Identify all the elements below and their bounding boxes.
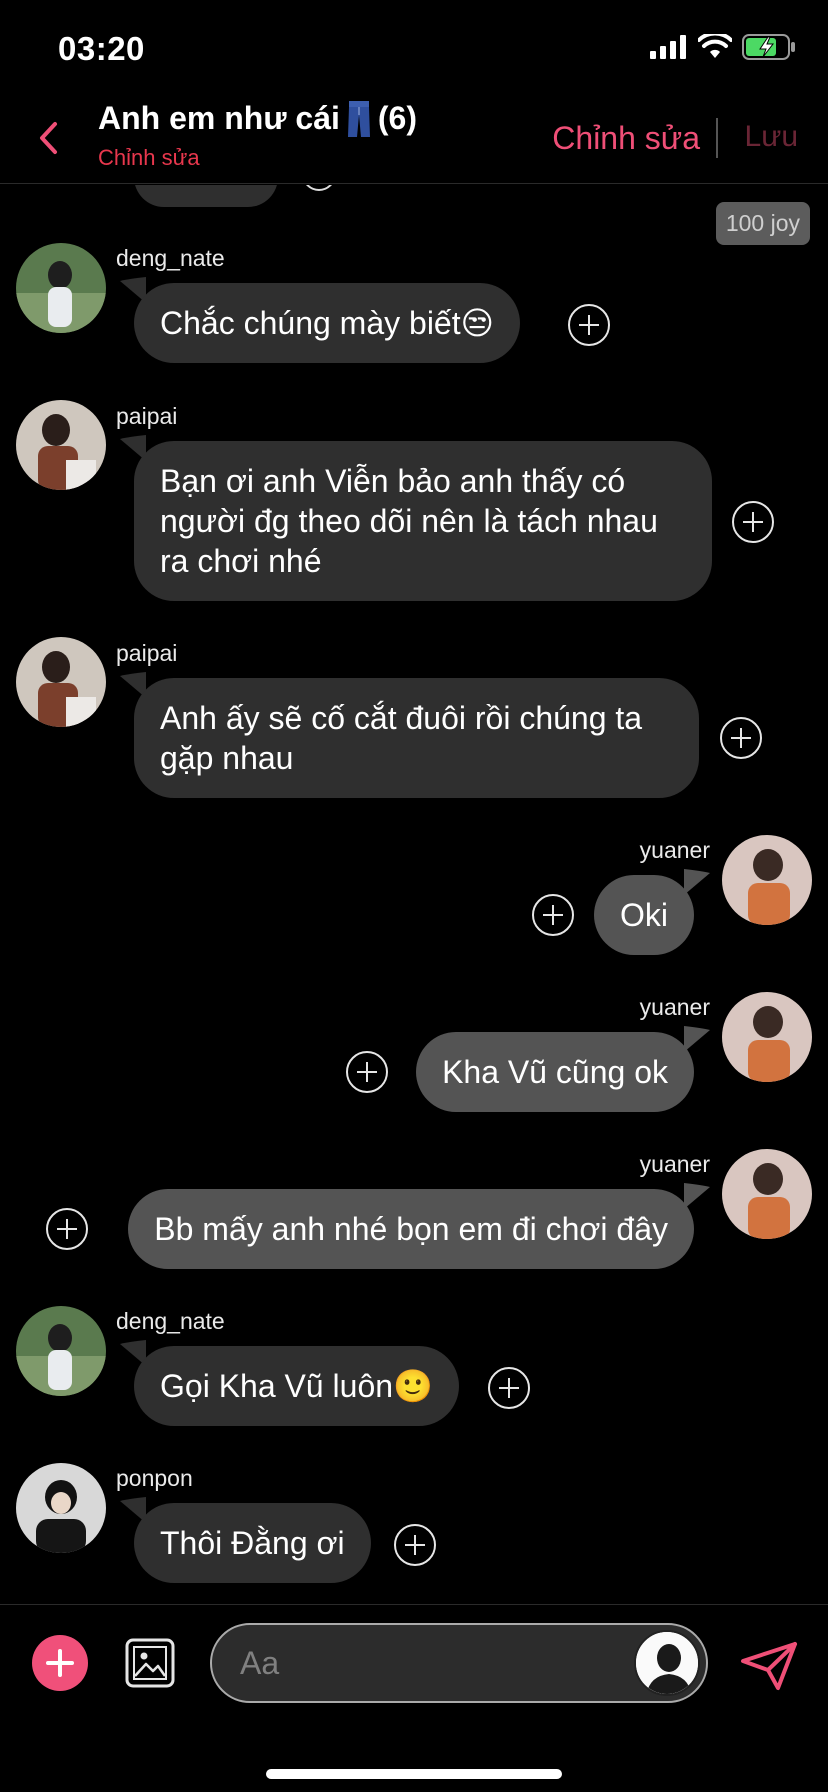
avatar-yuaner[interactable] bbox=[722, 835, 812, 925]
edit-button[interactable]: Chỉnh sửa bbox=[552, 120, 700, 157]
message-bubble[interactable]: Oki bbox=[594, 875, 694, 955]
message-bubble[interactable]: Thôi Đằng ơi bbox=[134, 1503, 371, 1583]
message-input[interactable] bbox=[240, 1641, 600, 1685]
avatar-deng-nate[interactable] bbox=[16, 1306, 106, 1396]
react-plus-button[interactable] bbox=[568, 304, 610, 346]
chat-message-list[interactable]: 100 joy deng_nate Chắc chúng mày biết😒 p… bbox=[0, 185, 828, 1603]
react-plus-button[interactable] bbox=[532, 894, 574, 936]
avatar-ponpon[interactable] bbox=[16, 1463, 106, 1553]
partial-message-bubble bbox=[134, 185, 278, 207]
jeans-icon bbox=[347, 100, 370, 137]
reward-badge[interactable]: 100 joy bbox=[715, 202, 810, 245]
group-title: Anh em như cái bbox=[98, 100, 340, 136]
message-bubble[interactable]: Bb mấy anh nhé bọn em đi chơi đây bbox=[128, 1189, 694, 1269]
sender-name: yuaner bbox=[639, 837, 710, 863]
home-indicator bbox=[266, 1769, 562, 1779]
bubble-tail bbox=[684, 1183, 710, 1209]
message-bubble[interactable]: Chắc chúng mày biết😒 bbox=[134, 283, 520, 363]
sender-name: paipai bbox=[116, 640, 178, 666]
title-block[interactable]: Anh em như cái (6) Chỉnh sửa bbox=[98, 100, 417, 171]
voice-avatar-button[interactable] bbox=[634, 1630, 700, 1696]
signal-icon bbox=[650, 35, 686, 59]
sender-name: deng_nate bbox=[116, 1308, 225, 1334]
sender-name: yuaner bbox=[639, 994, 710, 1020]
react-plus-button[interactable] bbox=[394, 1524, 436, 1566]
header-divider bbox=[716, 118, 718, 158]
status-icons bbox=[650, 34, 796, 60]
avatar-yuaner[interactable] bbox=[722, 1149, 812, 1239]
user-silhouette-icon bbox=[636, 1632, 698, 1694]
message-bubble[interactable]: Gọi Kha Vũ luôn🙂 bbox=[134, 1346, 459, 1426]
avatar-paipai[interactable] bbox=[16, 400, 106, 490]
back-button[interactable] bbox=[28, 118, 68, 158]
message-input-box[interactable] bbox=[210, 1623, 708, 1703]
sender-name: paipai bbox=[116, 403, 178, 429]
image-icon[interactable] bbox=[124, 1637, 176, 1689]
message-bubble[interactable]: Anh ấy sẽ cố cắt đuôi rồi chúng ta gặp n… bbox=[134, 678, 699, 798]
battery-charging-icon bbox=[742, 34, 795, 60]
avatar-deng-nate[interactable] bbox=[16, 243, 106, 333]
react-plus-button[interactable] bbox=[488, 1367, 530, 1409]
message-bubble[interactable]: Bạn ơi anh Viễn bảo anh thấy có người đg… bbox=[134, 441, 712, 601]
sender-name: ponpon bbox=[116, 1465, 193, 1491]
chevron-left-icon bbox=[40, 122, 57, 154]
send-icon[interactable] bbox=[740, 1641, 798, 1691]
react-plus-button[interactable] bbox=[346, 1051, 388, 1093]
sender-name: yuaner bbox=[639, 1151, 710, 1177]
plus-icon bbox=[46, 1649, 74, 1677]
react-plus-button[interactable] bbox=[720, 717, 762, 759]
sender-name: deng_nate bbox=[116, 245, 225, 271]
wifi-icon bbox=[698, 34, 732, 58]
react-plus-button[interactable] bbox=[46, 1208, 88, 1250]
header-subtitle: Chỉnh sửa bbox=[98, 145, 200, 170]
react-plus-button[interactable] bbox=[732, 501, 774, 543]
chat-header: Anh em như cái (6) Chỉnh sửa Chỉnh sửa L… bbox=[0, 96, 828, 184]
avatar-yuaner[interactable] bbox=[722, 992, 812, 1082]
status-time: 03:20 bbox=[58, 30, 145, 67]
add-button[interactable] bbox=[32, 1635, 88, 1691]
member-count: (6) bbox=[377, 100, 417, 136]
composer-bar bbox=[0, 1604, 828, 1792]
partial-plus-button[interactable] bbox=[302, 185, 336, 191]
status-bar: 03:20 bbox=[0, 0, 828, 96]
bubble-tail bbox=[684, 869, 710, 895]
save-button[interactable]: Lưu bbox=[745, 120, 798, 154]
avatar-paipai[interactable] bbox=[16, 637, 106, 727]
bubble-tail bbox=[684, 1026, 710, 1052]
message-bubble[interactable]: Kha Vũ cũng ok bbox=[416, 1032, 694, 1112]
